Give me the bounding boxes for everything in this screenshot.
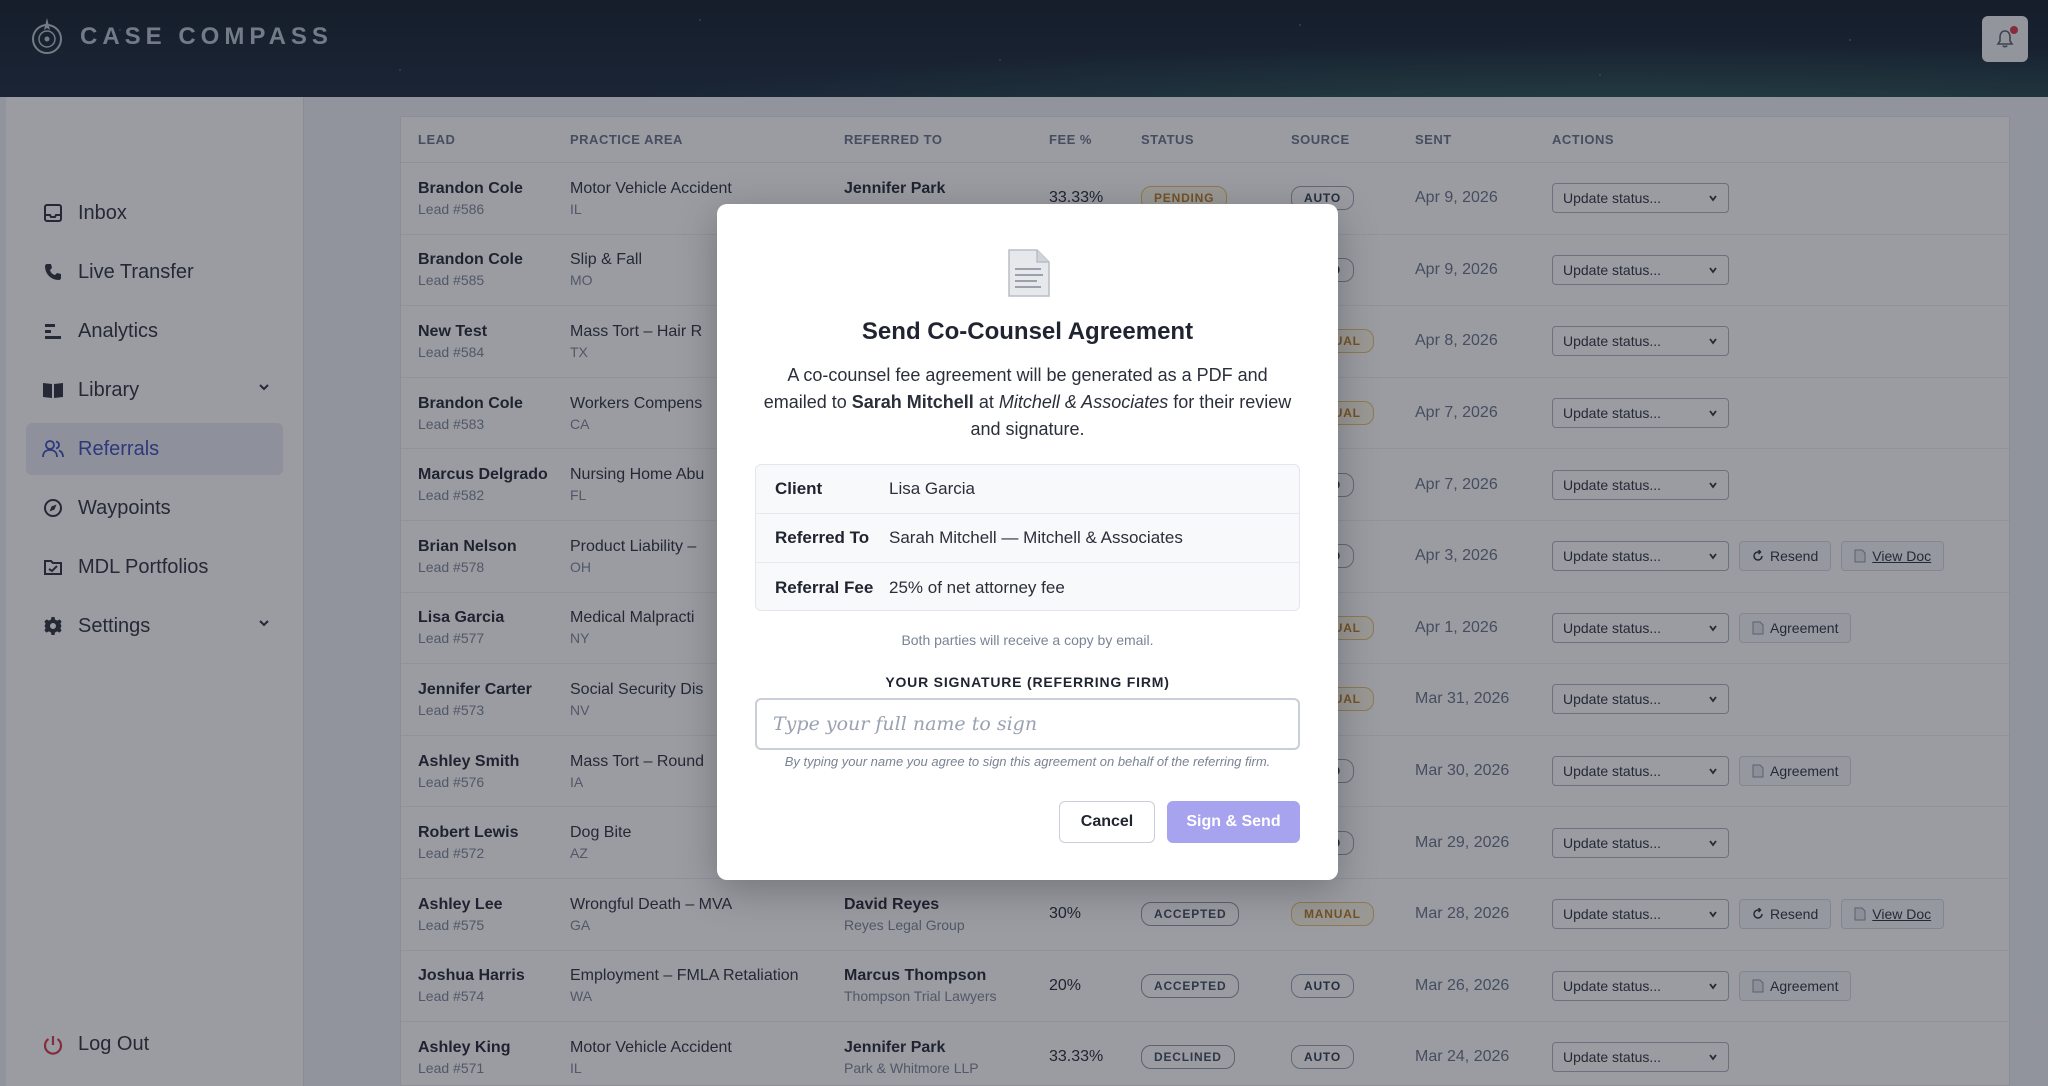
detail-key: Client [775, 479, 823, 498]
desc-firm: Mitchell & Associates [998, 392, 1169, 412]
modal-description: A co-counsel fee agreement will be gener… [755, 362, 1300, 443]
detail-value: Sarah Mitchell — Mitchell & Associates [889, 528, 1183, 547]
document-icon [1008, 249, 1050, 297]
cancel-button[interactable]: Cancel [1059, 801, 1155, 843]
desc-text: at [973, 392, 999, 412]
detail-value: 25% of net attorney fee [889, 577, 1065, 597]
detail-value: Lisa Garcia [889, 479, 975, 498]
copy-note: Both parties will receive a copy by emai… [901, 632, 1154, 648]
sign-and-send-button[interactable]: Sign & Send [1167, 801, 1300, 843]
detail-key: Referred To [775, 528, 870, 547]
detail-row-referred-to: Referred To Sarah Mitchell — Mitchell & … [756, 514, 1299, 563]
detail-key: Referral Fee [775, 577, 874, 597]
detail-row-client: Client Lisa Garcia [756, 465, 1299, 514]
signature-label: YOUR SIGNATURE (REFERRING FIRM) [885, 674, 1170, 690]
signature-input[interactable] [755, 698, 1300, 750]
detail-row-referral-fee: Referral Fee 25% of net attorney fee [756, 563, 1299, 610]
agreement-details: Client Lisa Garcia Referred To Sarah Mit… [755, 464, 1300, 611]
modal-title: Send Co-Counsel Agreement [861, 318, 1194, 345]
send-agreement-modal: Send Co-Counsel Agreement A co-counsel f… [717, 204, 1338, 880]
desc-recipient: Sarah Mitchell [851, 392, 974, 412]
signature-legal-note: By typing your name you agree to sign th… [784, 754, 1271, 769]
